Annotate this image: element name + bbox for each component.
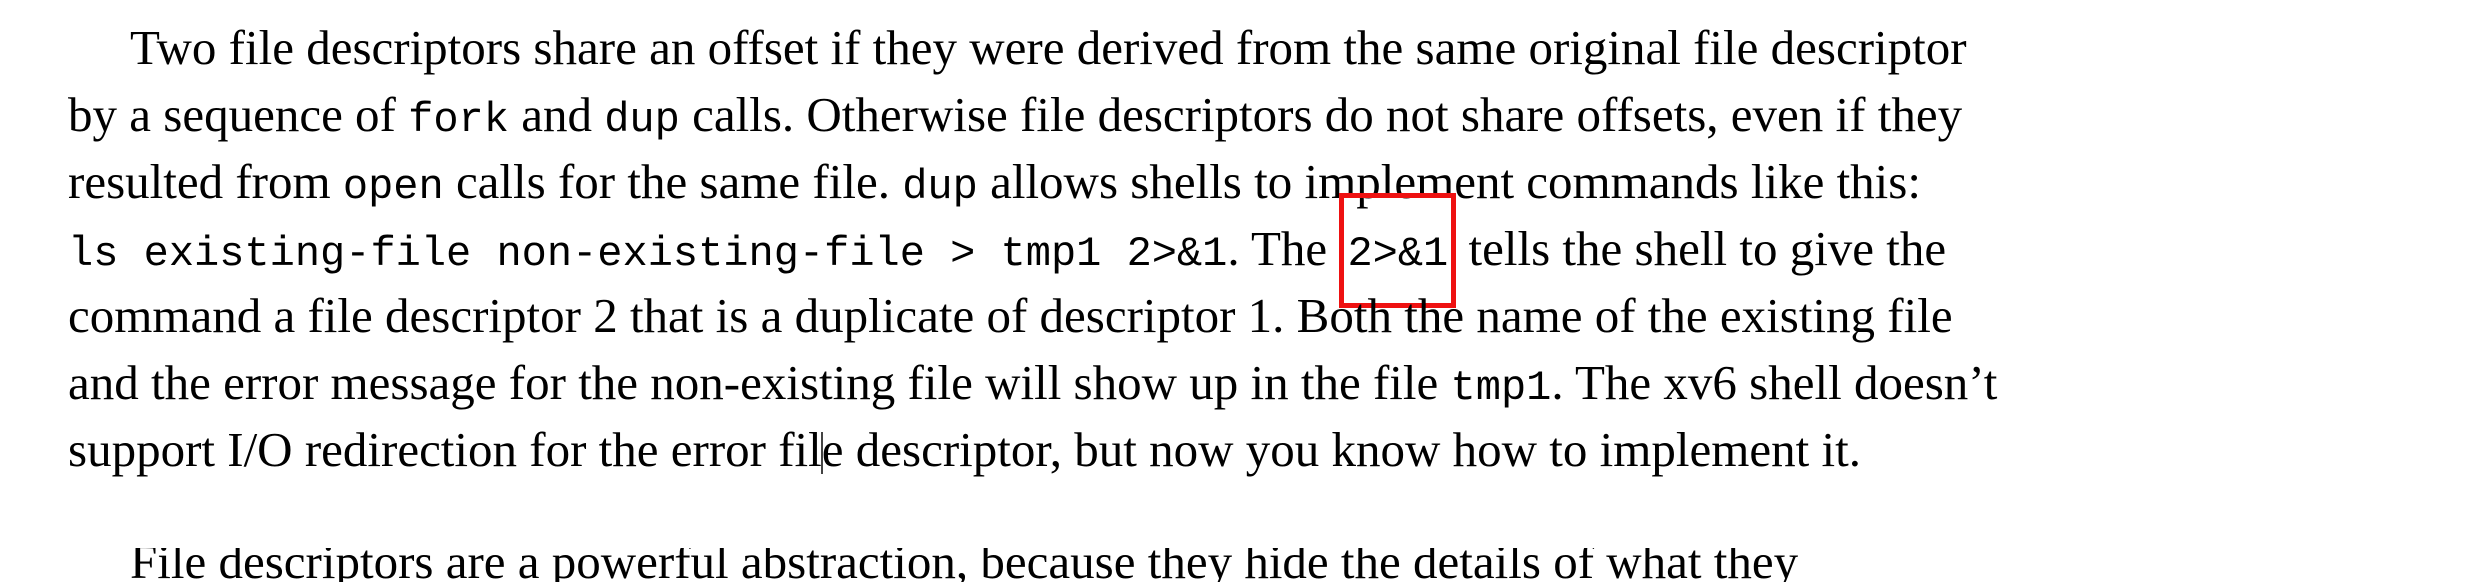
inline-code-tmp1: tmp1: [1450, 364, 1552, 412]
paragraph-body: Two file descriptors share an offset if …: [68, 14, 2468, 483]
inline-code-dup: dup: [604, 96, 680, 144]
line-6-text-a: and the error message for the non-existi…: [68, 355, 1451, 410]
line-3-text-c: allows shells to implement commands like…: [977, 154, 1921, 209]
line-2-text-c: calls. Otherwise file descriptors do not…: [679, 87, 1963, 142]
line-2-text-a: by a sequence of: [68, 87, 409, 142]
inline-code-open: open: [342, 163, 444, 211]
next-paragraph-clipped-inner: File descriptors are a powerful abstract…: [68, 548, 2468, 582]
line-7-text-b: e descriptor, but now you know how to im…: [821, 422, 1861, 477]
line-2-text-b: and: [508, 87, 605, 142]
line-6-text-b: . The xv6 shell doesn’t: [1551, 355, 1998, 410]
annotated-code-2gt-amp-1: 2>&1: [1339, 193, 1457, 308]
next-paragraph-text: File descriptors are a powerful abstract…: [130, 548, 1799, 582]
inline-code-dup-2: dup: [902, 163, 978, 211]
line-4-text-b: tells the shell to give the: [1456, 221, 1947, 276]
line-7-text-a: support I/O redirection for the error fi…: [68, 422, 822, 477]
inline-code-fork: fork: [408, 96, 509, 144]
text-line-5: command a file descriptor 2 that is a du…: [68, 282, 2468, 349]
text-line-1: Two file descriptors share an offset if …: [68, 14, 2468, 81]
line-1-text: Two file descriptors share an offset if …: [130, 20, 1967, 75]
document-page: Two file descriptors share an offset if …: [0, 0, 2479, 582]
line-3-text-b: calls for the same file.: [443, 154, 903, 209]
text-line-4: ls existing-file non-existing-file > tmp…: [68, 193, 2468, 308]
text-line-6: and the error message for the non-existi…: [68, 349, 2468, 416]
text-line-2: by a sequence of fork and dup calls. Oth…: [68, 81, 2468, 148]
line-3-text-a: resulted from: [68, 154, 343, 209]
paragraph-file-descriptors: Two file descriptors share an offset if …: [68, 14, 2468, 483]
line-5-text: command a file descriptor 2 that is a du…: [68, 288, 1953, 343]
line-4-text-a: . The: [1227, 221, 1340, 276]
shell-command-example: ls existing-file non-existing-file > tmp…: [68, 230, 1228, 278]
inline-code-2gt-amp-1: 2>&1: [1347, 230, 1449, 278]
text-line-3: resulted from open calls for the same fi…: [68, 148, 2468, 215]
next-paragraph-clipped: File descriptors are a powerful abstract…: [68, 548, 2468, 582]
text-line-7: support I/O redirection for the error fi…: [68, 416, 2468, 483]
